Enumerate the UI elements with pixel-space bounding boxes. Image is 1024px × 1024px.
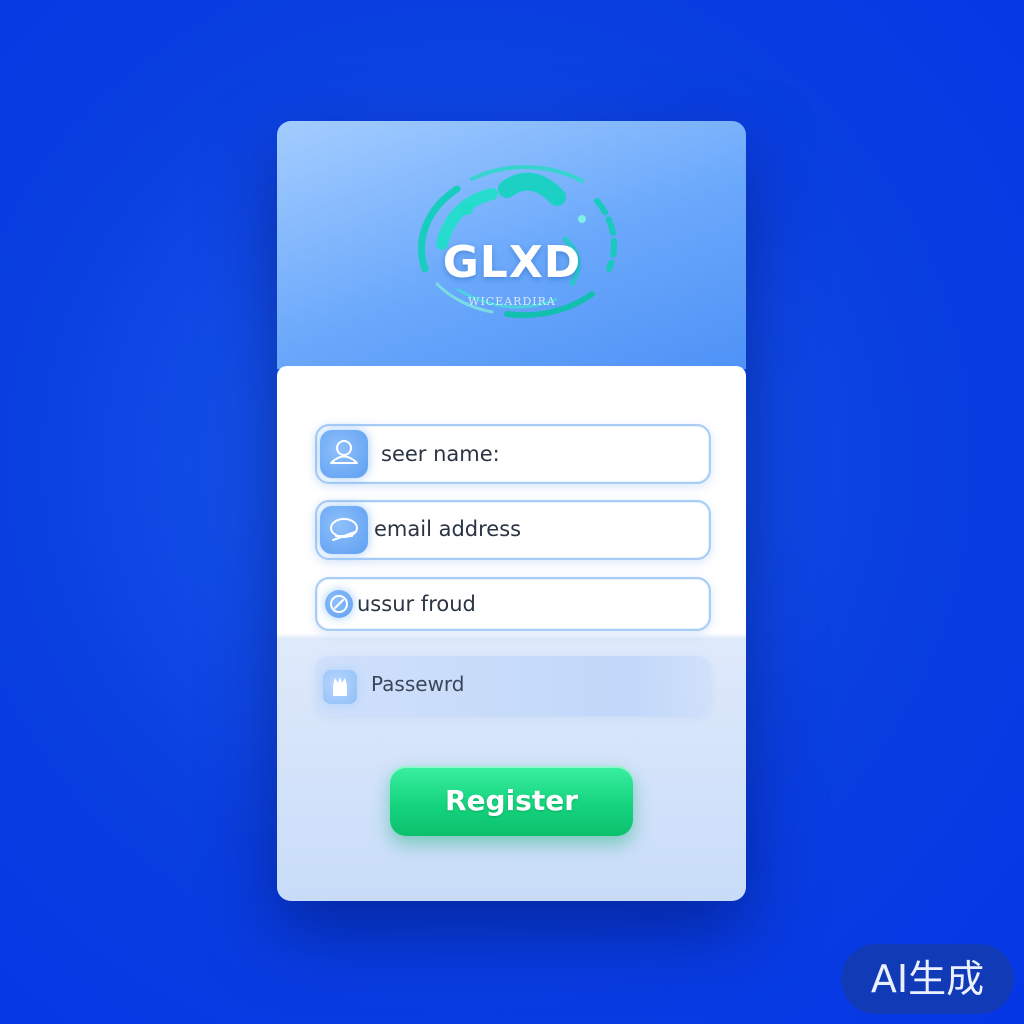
- logo-subtitle: WICEARDIRA: [468, 295, 556, 308]
- password-field-text: Passewrd: [371, 672, 465, 696]
- username-field-text: seer name:: [381, 442, 500, 466]
- username-confirm-field[interactable]: ussur froud: [315, 577, 711, 631]
- logo: GLXD WICEARDIRA: [397, 149, 627, 329]
- password-field[interactable]: Passewrd: [315, 656, 711, 716]
- user-icon: [320, 430, 368, 478]
- lock-icon: [323, 670, 357, 704]
- register-button[interactable]: Register: [390, 766, 633, 836]
- mail-icon: [320, 506, 368, 554]
- watermark-badge: AI生成: [841, 944, 1014, 1014]
- edit-icon: [325, 590, 353, 618]
- watermark-text: AI生成: [870, 957, 985, 1001]
- register-card: GLXD WICEARDIRA seer name: email address: [277, 121, 746, 901]
- username-confirm-field-text: ussur froud: [357, 592, 476, 616]
- username-field[interactable]: seer name:: [315, 424, 711, 484]
- card-body: seer name: email address ussur froud Pas…: [277, 366, 746, 901]
- email-field-text: email address: [374, 517, 522, 541]
- card-header: GLXD WICEARDIRA: [277, 121, 746, 369]
- logo-text: GLXD: [442, 237, 582, 288]
- email-field[interactable]: email address: [315, 500, 711, 560]
